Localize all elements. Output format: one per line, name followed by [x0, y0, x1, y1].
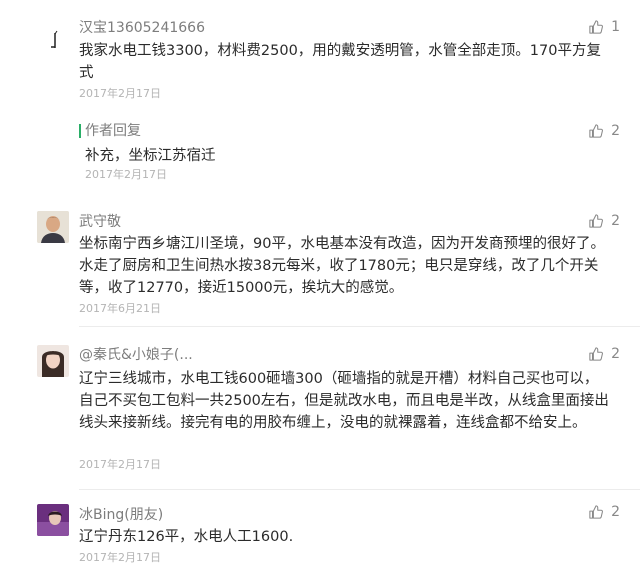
avatar[interactable] — [37, 504, 69, 536]
reply-text: 补充，坐标江苏宿迁 — [85, 148, 216, 164]
thumbs-up-icon — [589, 124, 604, 138]
comment-3: @秦氏&小娘子(... 2 辽宁三线城市，水电工钱600砸墙300（砸墙指的就是… — [0, 340, 640, 490]
author-name[interactable]: 武守敬 — [79, 213, 121, 231]
author-name[interactable]: @秦氏&小娘子(... — [79, 346, 193, 364]
like-count: 2 — [611, 504, 620, 520]
comment-text: 我家水电工钱3300，材料费2500，用的戴安透明管，水管全部走顶。170平方复… — [79, 43, 601, 81]
separator — [79, 489, 640, 490]
like-button[interactable]: 2 — [589, 504, 620, 520]
comment-date: 2017年2月17日 — [79, 458, 161, 471]
reply-accent-bar — [79, 124, 81, 138]
comment-text: 辽宁丹东126平，水电人工1600. — [79, 529, 294, 545]
thumbs-up-icon — [589, 20, 604, 34]
author-reply: 作者回复 补充，坐标江苏宿迁 2017年2月17日 — [79, 121, 615, 181]
like-button[interactable]: 1 — [589, 19, 620, 35]
thumbs-up-icon — [589, 505, 604, 519]
author-name[interactable]: 冰Bing(朋友) — [79, 506, 163, 524]
thumbs-up-icon — [589, 347, 604, 361]
author-name[interactable]: 汉宝13605241666 — [79, 19, 205, 37]
like-button[interactable]: 2 — [589, 346, 620, 362]
comment-4: 冰Bing(朋友) 2 辽宁丹东126平，水电人工1600. 2017年2月17… — [0, 498, 640, 581]
like-button[interactable]: 2 — [589, 213, 620, 229]
reply-like-button[interactable]: 2 — [589, 123, 620, 139]
like-count: 1 — [611, 19, 620, 35]
comment-text: 坐标南宁西乡塘江川圣境，90平，水电基本没有改造，因为开发商预埋的很好了。水走了… — [79, 236, 605, 296]
reply-label: 作者回复 — [85, 123, 141, 139]
thumbs-up-icon — [589, 214, 604, 228]
separator — [79, 326, 640, 327]
avatar[interactable] — [37, 345, 69, 377]
reply-date: 2017年2月17日 — [85, 168, 167, 181]
avatar[interactable] — [37, 24, 69, 56]
comment-date: 2017年6月21日 — [79, 302, 161, 315]
like-count: 2 — [611, 346, 620, 362]
comment-2: 武守敬 2 坐标南宁西乡塘江川圣境，90平，水电基本没有改造，因为开发商预埋的很… — [0, 205, 640, 335]
comment-date: 2017年2月17日 — [79, 87, 161, 100]
avatar[interactable] — [37, 211, 69, 243]
comment-date: 2017年2月17日 — [79, 551, 161, 564]
like-count: 2 — [611, 123, 620, 139]
comment-text: 辽宁三线城市，水电工钱600砸墙300（砸墙指的就是开槽）材料自己买也可以，自己… — [79, 371, 609, 431]
comment-1: 汉宝13605241666 1 我家水电工钱3300，材料费2500，用的戴安透… — [0, 0, 640, 200]
like-count: 2 — [611, 213, 620, 229]
